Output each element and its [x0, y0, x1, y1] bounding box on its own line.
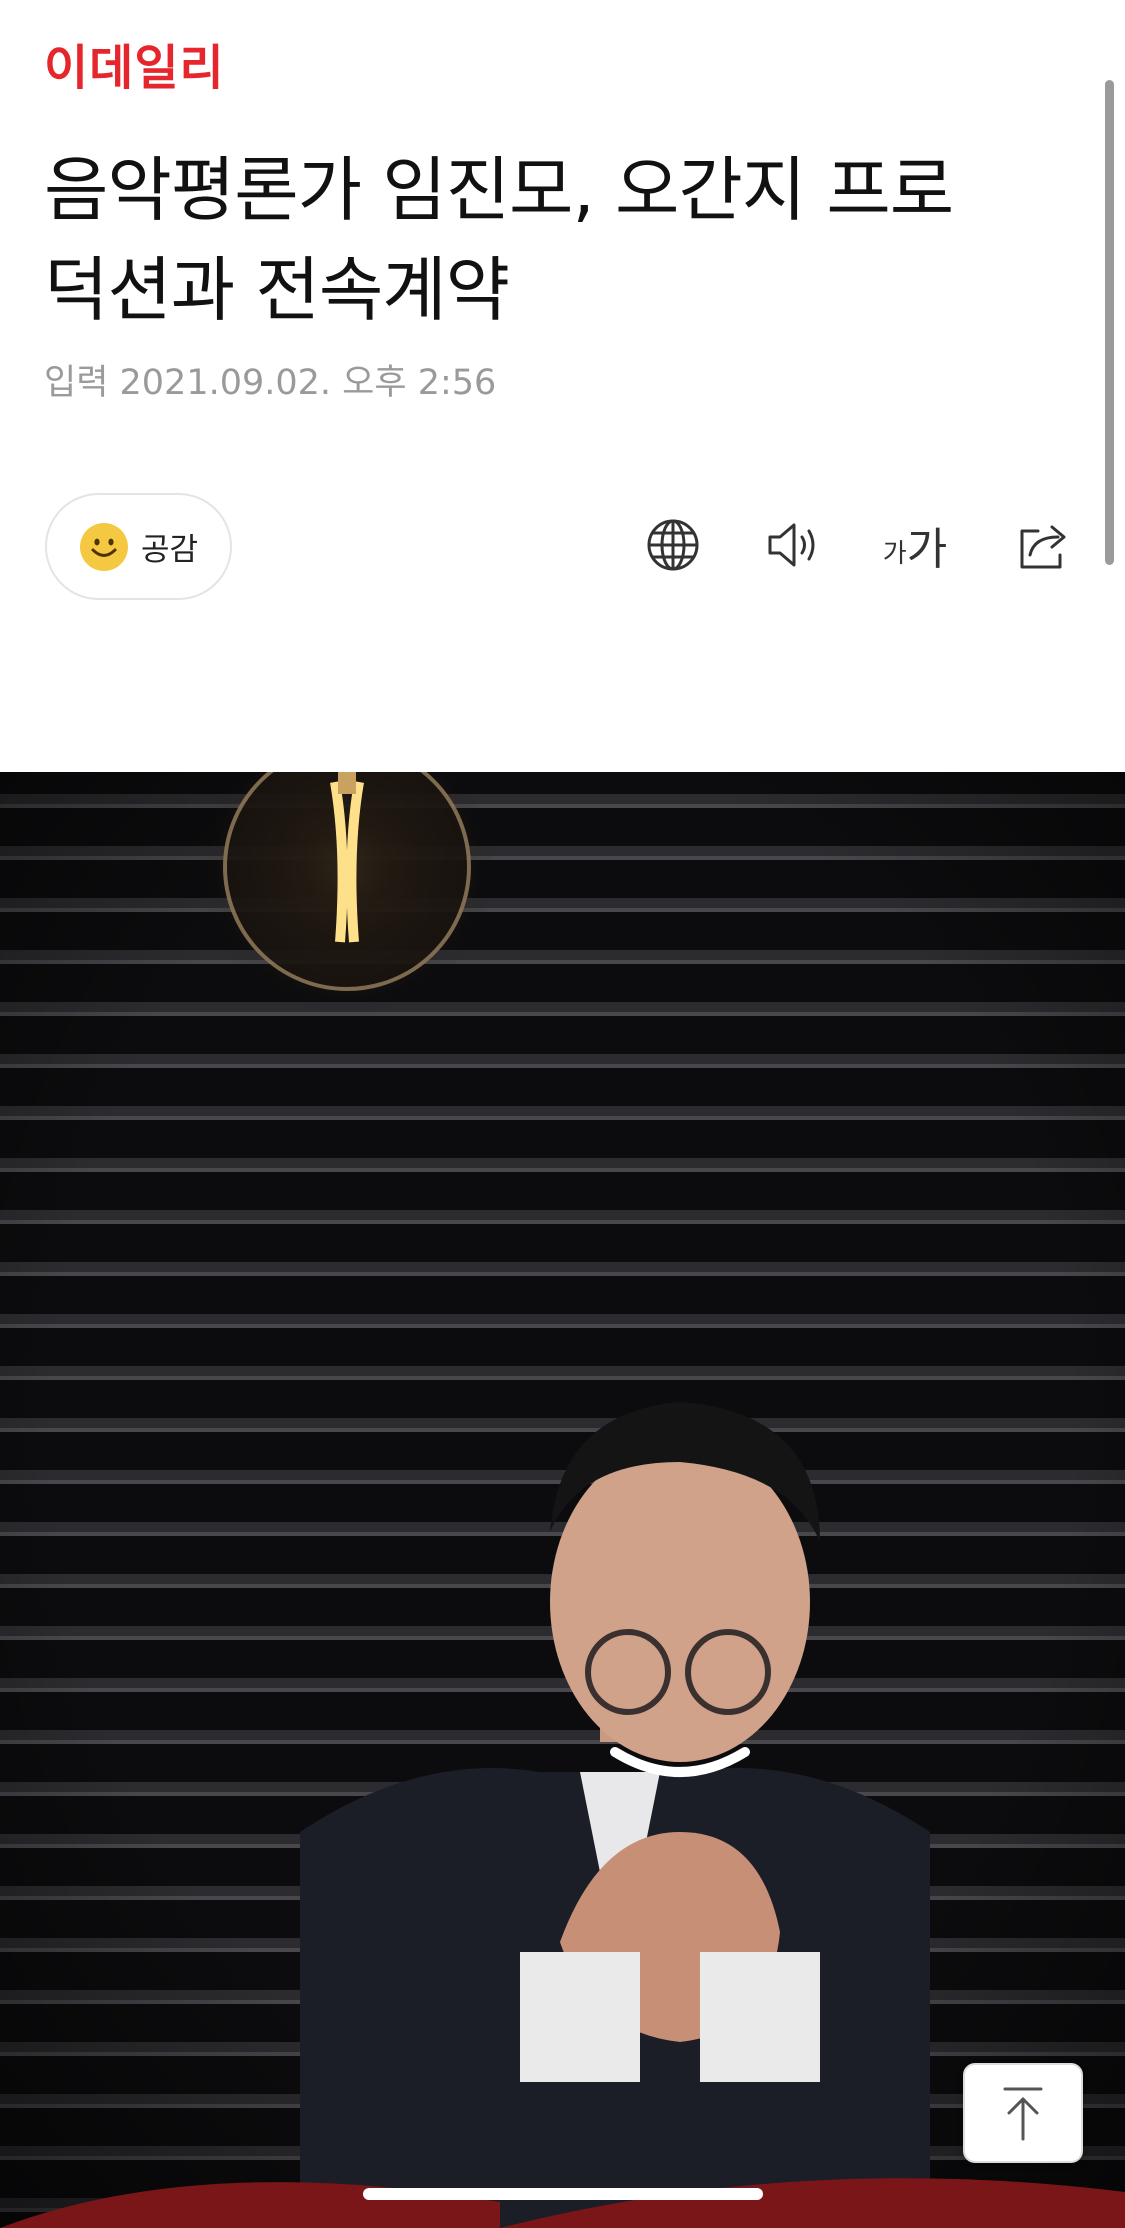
translate-button[interactable]	[638, 510, 708, 580]
article-photo	[0, 772, 1125, 2228]
article-headline: 음악평론가 임진모, 오간지 프로 덕션과 전속계약	[44, 140, 1054, 340]
logo-text: 이데일리	[44, 40, 225, 96]
home-indicator[interactable]	[363, 2188, 763, 2200]
text-to-speech-button[interactable]	[759, 510, 829, 580]
publish-date: 입력 2021.09.02. 오후 2:56	[44, 363, 497, 403]
speaker-icon	[768, 523, 815, 567]
smiley-icon	[79, 522, 128, 571]
headline-line-2: 덕션과 전속계약	[44, 249, 510, 331]
globe-icon	[647, 519, 699, 571]
like-label: 공감	[140, 532, 199, 568]
font-size-button[interactable]: 가 가	[880, 510, 950, 580]
scrollbar[interactable]	[1105, 80, 1114, 565]
arrow-up-to-top-icon	[1003, 2087, 1043, 2141]
scroll-to-top-button[interactable]	[963, 2063, 1083, 2163]
headline-line-1: 음악평론가 임진모, 오간지 프로	[44, 149, 954, 231]
font-small-glyph: 가	[882, 538, 907, 569]
font-large-glyph: 가	[906, 524, 948, 575]
like-button[interactable]: 공감	[45, 493, 232, 600]
share-icon	[1020, 525, 1066, 569]
share-button[interactable]	[1010, 510, 1080, 580]
brand-logo[interactable]: 이데일리	[44, 38, 225, 98]
